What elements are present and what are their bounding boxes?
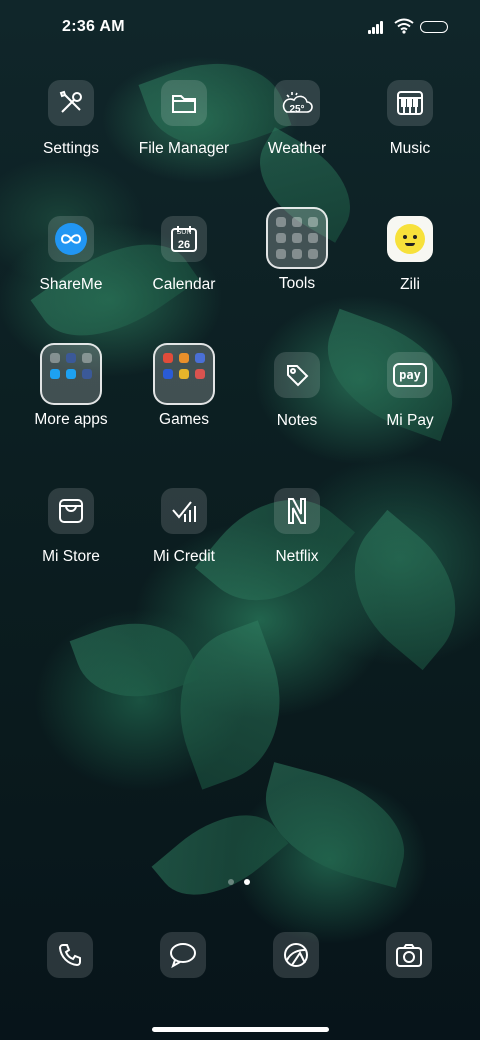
app-label: File Manager [138, 140, 230, 157]
dock-messages[interactable] [160, 932, 206, 978]
folder-more-apps[interactable]: More apps [11, 343, 131, 429]
pay-icon: pay [387, 352, 433, 398]
dock-camera[interactable] [386, 932, 432, 978]
app-netflix[interactable]: Netflix [237, 488, 357, 566]
folder-games[interactable]: Games [124, 343, 244, 429]
dock-phone[interactable] [47, 932, 93, 978]
app-label: Mi Store [42, 548, 100, 565]
app-label: Settings [42, 140, 99, 157]
home-indicator-bar[interactable] [152, 1027, 329, 1032]
camera-icon [386, 932, 432, 978]
app-label: Calendar [152, 276, 216, 293]
app-mi-pay[interactable]: pay Mi Pay [350, 352, 470, 430]
status-time: 2:36 AM [62, 18, 125, 35]
weather-temp: 25° [289, 104, 305, 115]
app-label: ShareMe [39, 276, 103, 293]
folder-icon [161, 80, 207, 126]
page-indicator [228, 879, 258, 887]
status-bar: 2:36 AM [0, 0, 480, 56]
battery-icon [420, 21, 448, 33]
app-label: Games [159, 411, 209, 428]
tools-icon [48, 80, 94, 126]
dock-browser[interactable] [273, 932, 319, 978]
tag-icon [274, 352, 320, 398]
app-weather[interactable]: 25° Weather [237, 80, 357, 158]
netflix-icon [274, 488, 320, 534]
app-notes[interactable]: Notes [237, 352, 357, 430]
app-mi-store[interactable]: Mi Store [11, 488, 131, 566]
app-label: Mi Credit [152, 548, 215, 565]
app-label: Netflix [275, 548, 319, 565]
app-label: Weather [267, 140, 327, 157]
calendar-day: SUN [176, 229, 192, 236]
folder-grid-icon [266, 207, 328, 269]
weather-icon: 25° [274, 80, 320, 126]
calendar-icon: SUN 26 [161, 216, 207, 262]
app-calendar[interactable]: SUN 26 Calendar [124, 216, 244, 294]
app-settings[interactable]: Settings [11, 80, 131, 158]
app-label: Notes [276, 412, 318, 429]
signal-icon [368, 20, 388, 34]
folder-grid-icon [153, 343, 215, 405]
app-label: More apps [34, 411, 108, 428]
app-label: Music [389, 140, 431, 157]
app-file-manager[interactable]: File Manager [124, 80, 244, 158]
piano-icon [387, 80, 433, 126]
phone-icon [47, 932, 93, 978]
app-shareme[interactable]: ShareMe [11, 216, 131, 294]
app-label: Mi Pay [386, 412, 434, 429]
credit-chart-icon [161, 488, 207, 534]
message-bubble-icon [160, 932, 206, 978]
folder-tools[interactable]: Tools [237, 207, 357, 293]
calendar-date: 26 [177, 239, 191, 251]
page-dot-1[interactable] [228, 879, 234, 885]
pay-badge: pay [393, 363, 427, 387]
page-dot-2[interactable] [244, 879, 250, 885]
app-label: Tools [278, 275, 316, 292]
browser-icon [273, 932, 319, 978]
app-music[interactable]: Music [350, 80, 470, 158]
zili-face-icon [387, 216, 433, 262]
store-bag-icon [48, 488, 94, 534]
folder-grid-icon [40, 343, 102, 405]
app-label: Zili [400, 276, 420, 293]
app-mi-credit[interactable]: Mi Credit [124, 488, 244, 566]
app-zili[interactable]: Zili [350, 216, 470, 294]
infinity-icon [48, 216, 94, 262]
wifi-icon [394, 18, 414, 34]
